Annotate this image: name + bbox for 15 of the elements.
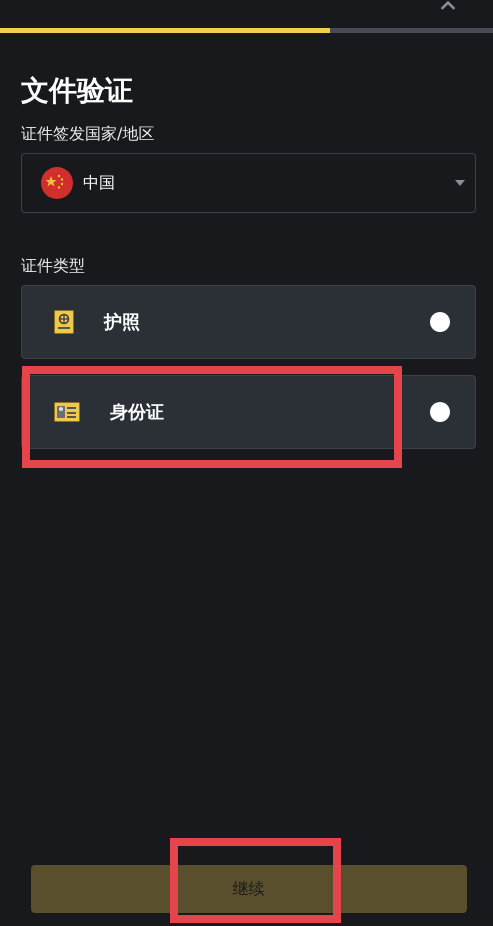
field-label: 证件类型 [21, 255, 86, 277]
option-label: 护照 [104, 311, 141, 334]
document-option[interactable]: 身份证 [21, 375, 476, 449]
option-label: 身份证 [110, 401, 165, 424]
document-option[interactable]: 护照 [21, 285, 476, 359]
radio-button[interactable] [430, 402, 450, 422]
flag-icon [41, 167, 73, 199]
select-value: 中国 [83, 172, 116, 194]
radio-button[interactable] [430, 312, 450, 332]
page-title: 文件验证 [21, 73, 134, 109]
caret-icon [455, 180, 465, 186]
field-label: 证件签发国家/地区 [21, 123, 156, 145]
passport-icon [54, 310, 74, 334]
id-card-icon [54, 402, 80, 422]
country-select[interactable]: 中国 [21, 153, 476, 213]
